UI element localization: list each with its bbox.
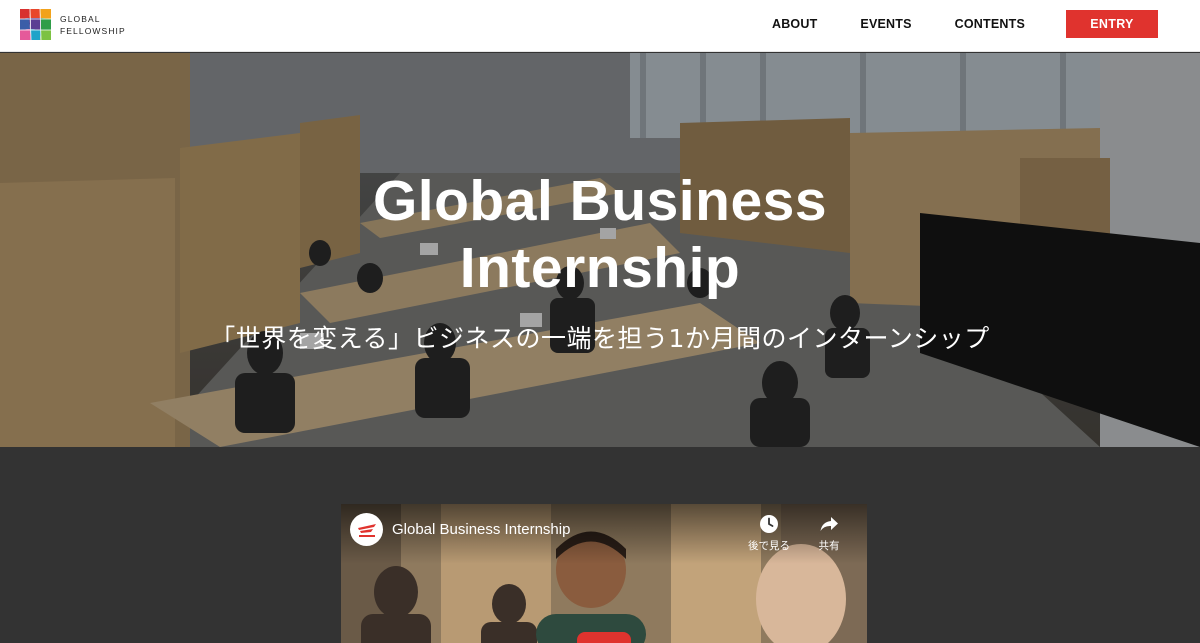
hero-title-line1: Global Business [372, 169, 828, 233]
logo-mark-icon [20, 9, 51, 40]
hero-title-line2: Internship [459, 236, 741, 300]
clock-icon [760, 515, 778, 533]
watch-later-label: 後で見る [748, 540, 790, 552]
nav-link-about[interactable]: ABOUT [772, 17, 817, 31]
site-header: GLOBAL FELLOWSHIP ABOUT EVENTS CONTENTS … [0, 0, 1200, 52]
hero-title: Global Business Internship [0, 168, 1200, 302]
site-logo[interactable]: GLOBAL FELLOWSHIP [20, 9, 126, 40]
watch-later-button[interactable]: 後で見る [744, 514, 794, 553]
logo-text-line2: FELLOWSHIP [60, 25, 126, 36]
hero-subtitle: 「世界を変える」ビジネスの一端を担う1か月間のインターンシップ [210, 324, 990, 353]
nav-link-events[interactable]: EVENTS [860, 17, 911, 31]
share-button[interactable]: 共有 [804, 514, 854, 553]
video-section: Global Business Internship 後で見る 共有 [0, 447, 1200, 643]
play-button[interactable] [577, 632, 631, 643]
nav-link-contents[interactable]: CONTENTS [955, 17, 1025, 31]
share-label: 共有 [818, 540, 840, 552]
main-nav: ABOUT EVENTS CONTENTS ENTRY [772, 10, 1158, 38]
share-icon [820, 517, 838, 531]
channel-logo-icon[interactable] [350, 513, 383, 546]
video-title[interactable]: Global Business Internship [392, 521, 570, 538]
hero-section: Global Business Internship 「世界を変える」ビジネスの… [0, 53, 1200, 447]
video-player[interactable]: Global Business Internship 後で見る 共有 [341, 504, 867, 643]
entry-button[interactable]: ENTRY [1066, 10, 1158, 38]
logo-text-line1: GLOBAL [60, 13, 101, 24]
